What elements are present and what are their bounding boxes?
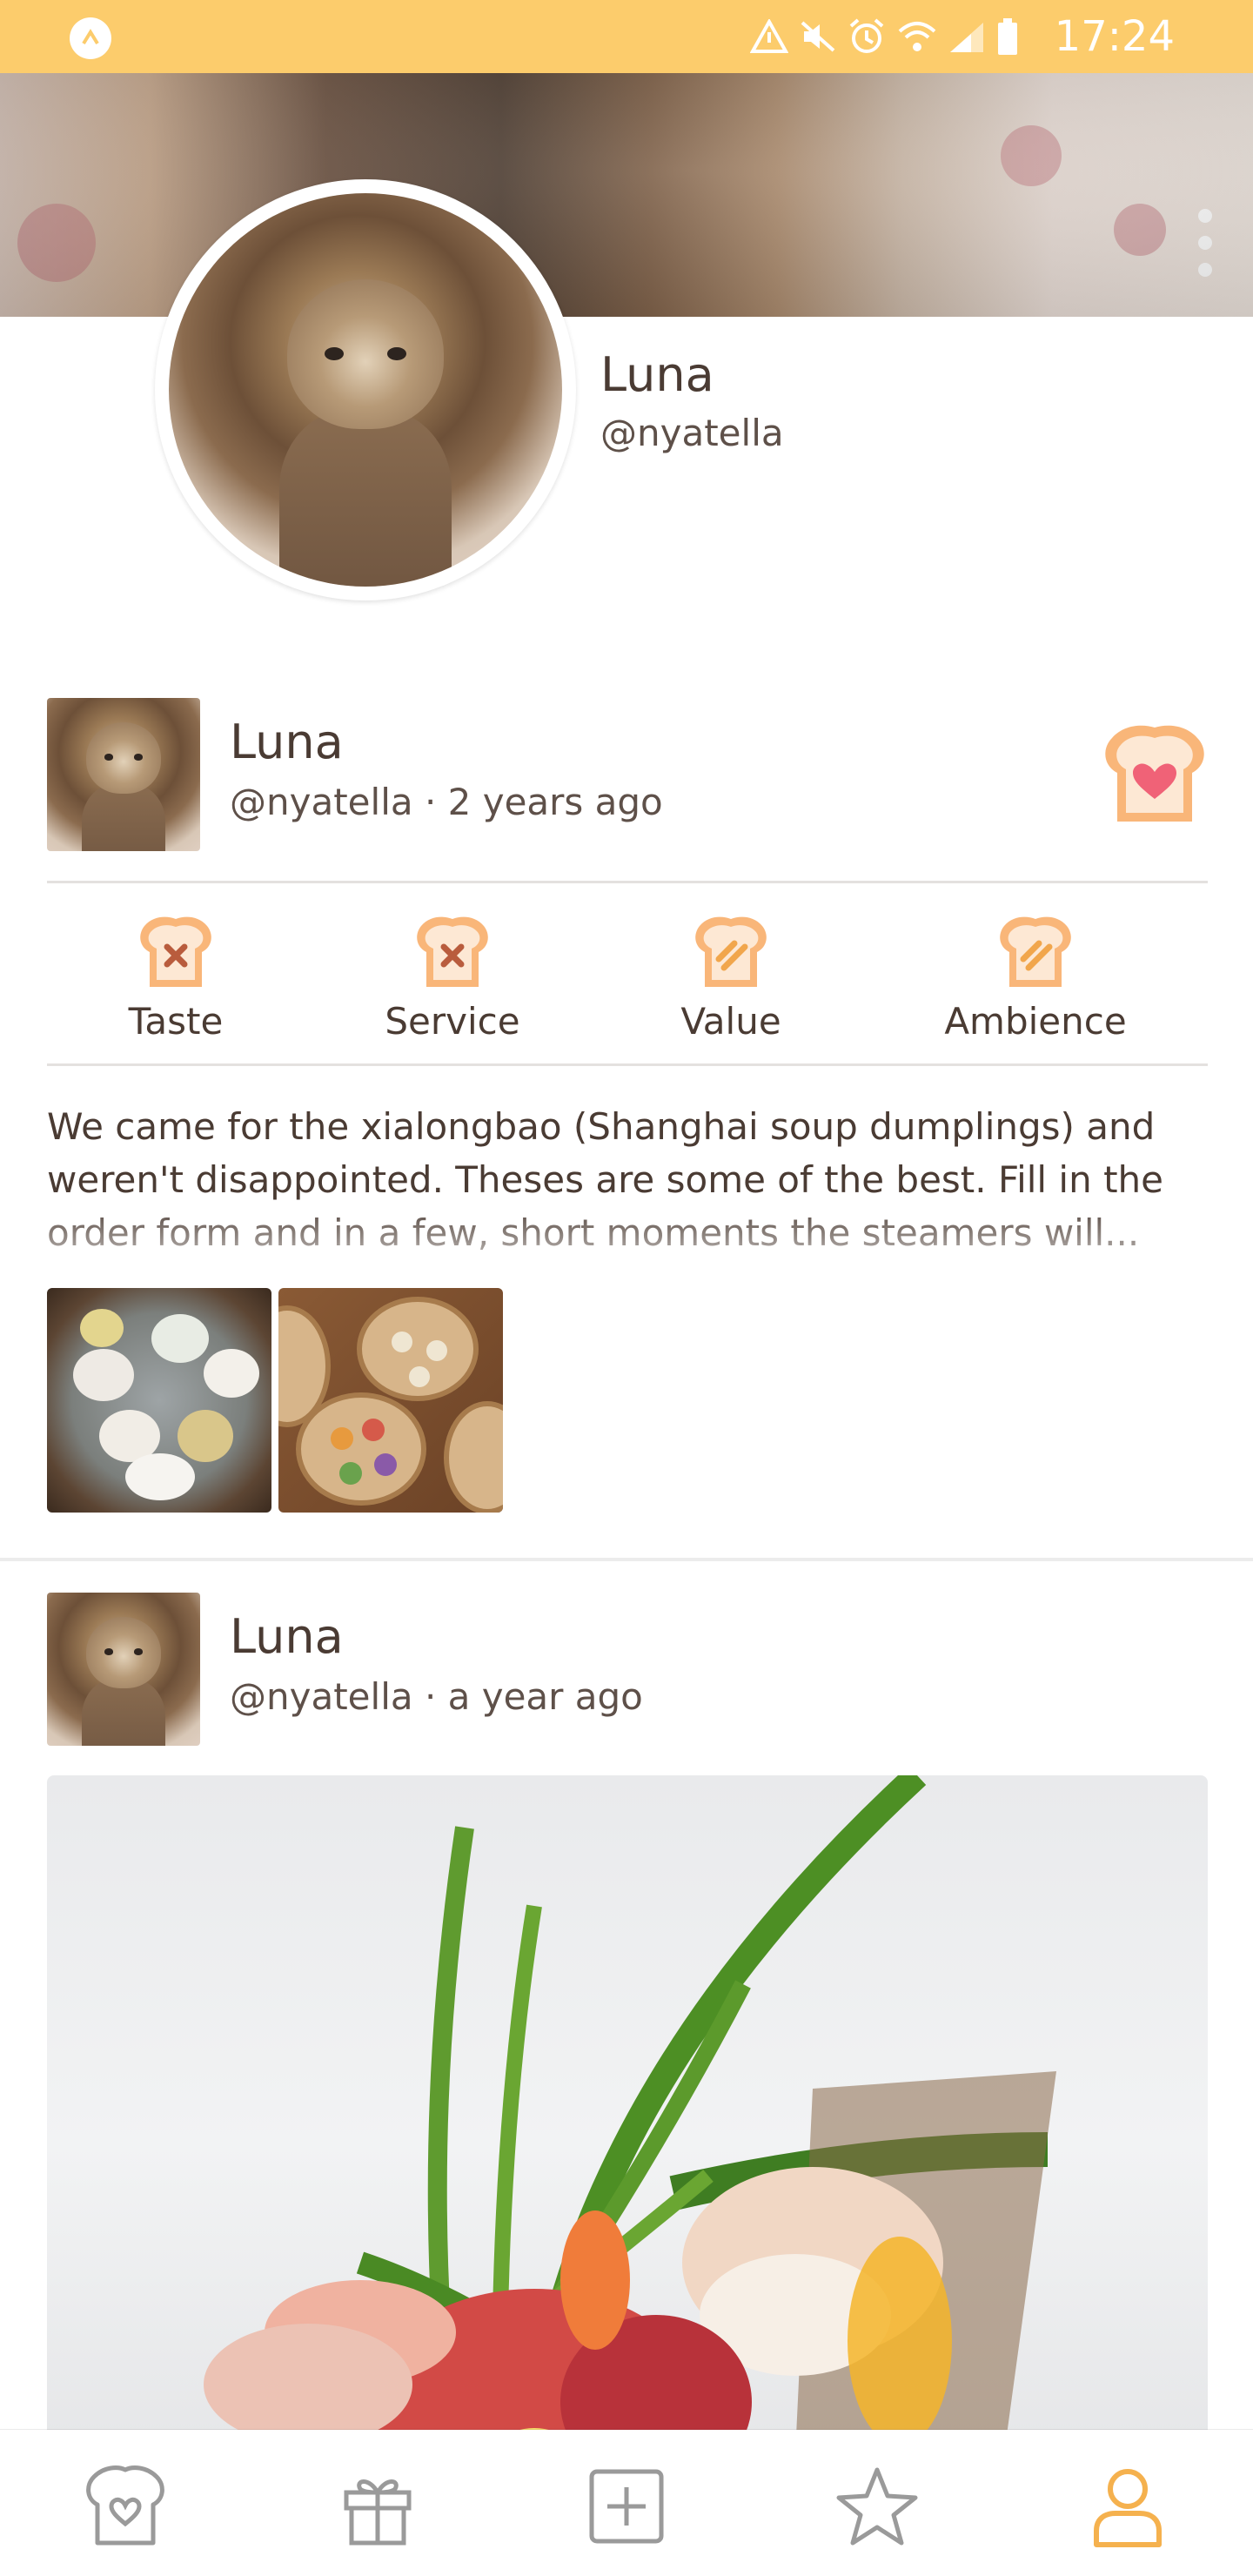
add-icon[interactable] bbox=[583, 2463, 670, 2550]
battery-icon bbox=[998, 18, 1017, 55]
toast-heart-icon[interactable] bbox=[1098, 719, 1211, 827]
post-photo-thumbnail[interactable] bbox=[47, 1288, 271, 1513]
profile-avatar[interactable] bbox=[155, 179, 576, 600]
rating-label: Service bbox=[385, 1000, 520, 1043]
status-bar: 17:24 bbox=[0, 0, 1253, 73]
profile-icon[interactable] bbox=[1084, 2463, 1171, 2550]
alarm-icon bbox=[849, 18, 884, 53]
toast-x-icon bbox=[417, 916, 488, 987]
rating-label: Taste bbox=[128, 1000, 224, 1043]
signal-icon bbox=[950, 23, 983, 52]
app-notification-icon bbox=[70, 17, 111, 59]
more-options-icon[interactable] bbox=[1187, 204, 1222, 282]
rating-value: Value bbox=[618, 914, 844, 1046]
review-text-fade bbox=[0, 1201, 1253, 1271]
post-author-avatar[interactable] bbox=[47, 698, 200, 851]
toast-x-icon bbox=[140, 916, 211, 987]
profile-name: Luna bbox=[600, 347, 714, 402]
mute-icon bbox=[801, 21, 835, 52]
rating-label: Value bbox=[680, 1000, 781, 1043]
toast-stripes-icon bbox=[1000, 916, 1071, 987]
star-icon[interactable] bbox=[834, 2463, 921, 2550]
rating-ambience: Ambience bbox=[922, 914, 1149, 1046]
bottom-navigation bbox=[0, 2430, 1253, 2576]
profile-handle: @nyatella bbox=[600, 412, 784, 454]
rating-label: Ambience bbox=[944, 1000, 1127, 1043]
warning-icon bbox=[750, 19, 788, 53]
gift-icon[interactable] bbox=[334, 2463, 421, 2550]
post-meta: @nyatella · a year ago bbox=[230, 1675, 643, 1718]
post-photo[interactable] bbox=[47, 1775, 1208, 2515]
status-icons bbox=[750, 16, 1018, 57]
post-meta: @nyatella · 2 years ago bbox=[230, 781, 663, 823]
post-author-avatar[interactable] bbox=[47, 1593, 200, 1746]
favorites-icon[interactable] bbox=[82, 2463, 169, 2550]
rating-service: Service bbox=[339, 914, 566, 1046]
post-author-name[interactable]: Luna bbox=[230, 712, 344, 773]
divider bbox=[47, 881, 1208, 883]
rating-taste: Taste bbox=[63, 914, 289, 1046]
post-photo-thumbnail[interactable] bbox=[278, 1288, 503, 1513]
status-time: 17:24 bbox=[1054, 12, 1175, 61]
wifi-icon bbox=[898, 22, 936, 51]
toast-stripes-icon bbox=[695, 916, 767, 987]
post-separator bbox=[0, 1558, 1253, 1561]
post-author-name[interactable]: Luna bbox=[230, 1607, 344, 1667]
divider bbox=[47, 1063, 1208, 1066]
